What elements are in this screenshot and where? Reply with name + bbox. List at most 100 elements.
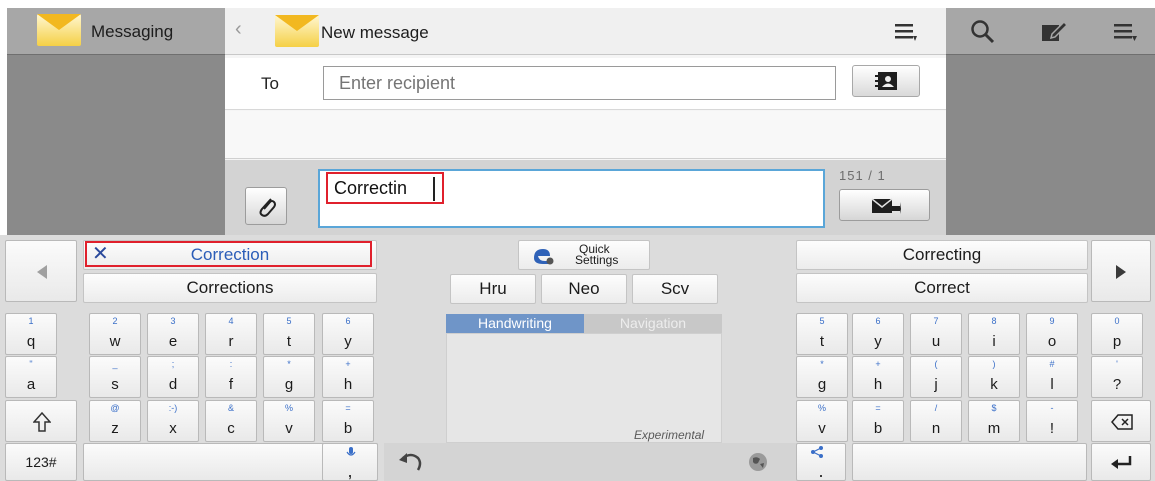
key-hint: + — [875, 359, 881, 369]
character-counter: 151 / 1 — [839, 168, 886, 183]
key-right-1-4[interactable]: # l — [1026, 356, 1078, 398]
key-hint: 3 — [170, 316, 176, 326]
right-toolbar — [946, 8, 1155, 55]
quick-settings-icon — [534, 249, 554, 265]
key-right-2-0[interactable]: % v — [796, 400, 848, 442]
suggestion-correct[interactable]: Correct — [796, 273, 1088, 303]
key-label: n — [931, 420, 941, 437]
key-right-0-0[interactable]: 5t — [796, 313, 848, 355]
tab-navigation[interactable]: Navigation — [584, 314, 722, 333]
key-right-1-0[interactable]: * g — [796, 356, 848, 398]
quick-settings-button[interactable]: Quick Settings — [518, 240, 650, 270]
key-left-1-3[interactable]: :f — [205, 356, 257, 398]
key-label: x — [169, 420, 177, 437]
backspace-key[interactable] — [1091, 400, 1151, 442]
key-label: y — [344, 333, 352, 350]
scroll-left-button[interactable] — [5, 240, 77, 302]
period-key[interactable]: . — [796, 443, 846, 481]
undo-icon[interactable] — [397, 448, 425, 472]
enter-key[interactable] — [1091, 443, 1151, 481]
key-left-2-2[interactable]: & c — [205, 400, 257, 442]
new-message-header: ‹ New message — [225, 8, 946, 55]
key-label: c — [227, 420, 235, 437]
key-right-0-5[interactable]: 0p — [1091, 313, 1143, 355]
envelope-icon — [275, 15, 319, 47]
key-label: g — [284, 376, 294, 393]
globe-icon[interactable] — [747, 451, 769, 473]
envelope-icon — [37, 14, 81, 46]
subject-area — [225, 111, 946, 159]
key-label: i — [992, 333, 996, 350]
key-hint: = — [345, 403, 351, 413]
key-right-1-5[interactable]: '? — [1091, 356, 1143, 398]
scroll-right-button[interactable] — [1091, 240, 1151, 302]
suggestion-corrections[interactable]: Corrections — [83, 273, 377, 303]
key-left-2-4[interactable]: = b — [322, 400, 374, 442]
key-hint: " — [29, 359, 33, 369]
key-hint: _ — [112, 359, 118, 369]
key-hint: $ — [991, 403, 997, 413]
key-label: s — [111, 376, 119, 393]
suggestion-neo[interactable]: Neo — [541, 274, 627, 304]
key-right-2-2[interactable]: / n — [910, 400, 962, 442]
key-hint: : — [229, 359, 233, 369]
key-right-1-1[interactable]: + h — [852, 356, 904, 398]
attach-button[interactable] — [245, 187, 287, 225]
key-left-1-0[interactable]: " a — [5, 356, 57, 398]
key-hint: 5 — [819, 316, 825, 326]
key-left-0-4[interactable]: 5t — [263, 313, 315, 355]
comma-key[interactable]: , — [322, 443, 378, 481]
handwriting-pad[interactable] — [446, 333, 722, 443]
key-left-1-2[interactable]: ; d — [147, 356, 199, 398]
recipient-input[interactable] — [323, 66, 836, 100]
key-right-0-4[interactable]: 9o — [1026, 313, 1078, 355]
messaging-header[interactable]: Messaging — [7, 8, 225, 55]
key-right-2-4[interactable]: -! — [1026, 400, 1078, 442]
key-right-1-2[interactable]: (j — [910, 356, 962, 398]
key-label: e — [168, 333, 178, 350]
key-hint: 1 — [28, 316, 34, 326]
key-left-1-5[interactable]: + h — [322, 356, 374, 398]
key-label: v — [285, 420, 293, 437]
tab-handwriting[interactable]: Handwriting — [446, 314, 584, 333]
key-label: r — [228, 333, 234, 350]
experimental-label: Experimental — [634, 428, 705, 442]
key-label: ? — [1112, 376, 1122, 393]
key-left-0-0[interactable]: 1q — [5, 313, 57, 355]
key-left-1-1[interactable]: _ s — [89, 356, 141, 398]
backspace-icon — [1111, 414, 1133, 430]
key-right-1-3[interactable]: ) k — [968, 356, 1020, 398]
enter-icon — [1111, 456, 1132, 469]
key-right-0-1[interactable]: 6y — [852, 313, 904, 355]
key-hint: ) — [992, 359, 996, 369]
suggestion-hru[interactable]: Hru — [450, 274, 536, 304]
key-right-2-1[interactable]: = b — [852, 400, 904, 442]
key-left-0-2[interactable]: 3e — [147, 313, 199, 355]
key-left-1-4[interactable]: * g — [263, 356, 315, 398]
key-right-0-2[interactable]: 7u — [910, 313, 962, 355]
compose-icon[interactable] — [1040, 19, 1068, 45]
send-button[interactable] — [839, 189, 930, 221]
suggestion-scv[interactable]: Scv — [632, 274, 718, 304]
key-right-2-3[interactable]: $ m — [968, 400, 1020, 442]
shift-icon — [33, 412, 51, 432]
space-key-right[interactable] — [852, 443, 1087, 481]
menu-icon[interactable] — [893, 21, 917, 43]
add-contact-button[interactable] — [852, 65, 920, 97]
numbers-key[interactable]: 123# — [5, 443, 77, 481]
key-left-0-3[interactable]: 4r — [205, 313, 257, 355]
menu-icon[interactable] — [1112, 21, 1140, 43]
key-left-0-1[interactable]: 2w — [89, 313, 141, 355]
key-left-0-5[interactable]: 6y — [322, 313, 374, 355]
key-right-0-3[interactable]: 8i — [968, 313, 1020, 355]
back-icon[interactable]: ‹ — [235, 18, 242, 41]
to-label: To — [261, 74, 279, 93]
suggestion-correcting[interactable]: Correcting — [796, 240, 1088, 270]
key-left-2-1[interactable]: :-) x — [147, 400, 199, 442]
shift-key[interactable] — [5, 400, 77, 442]
text-cursor — [433, 177, 435, 201]
key-left-2-0[interactable]: @ z — [89, 400, 141, 442]
key-hint: ; — [171, 359, 175, 369]
search-icon[interactable] — [970, 19, 996, 45]
key-left-2-3[interactable]: % v — [263, 400, 315, 442]
